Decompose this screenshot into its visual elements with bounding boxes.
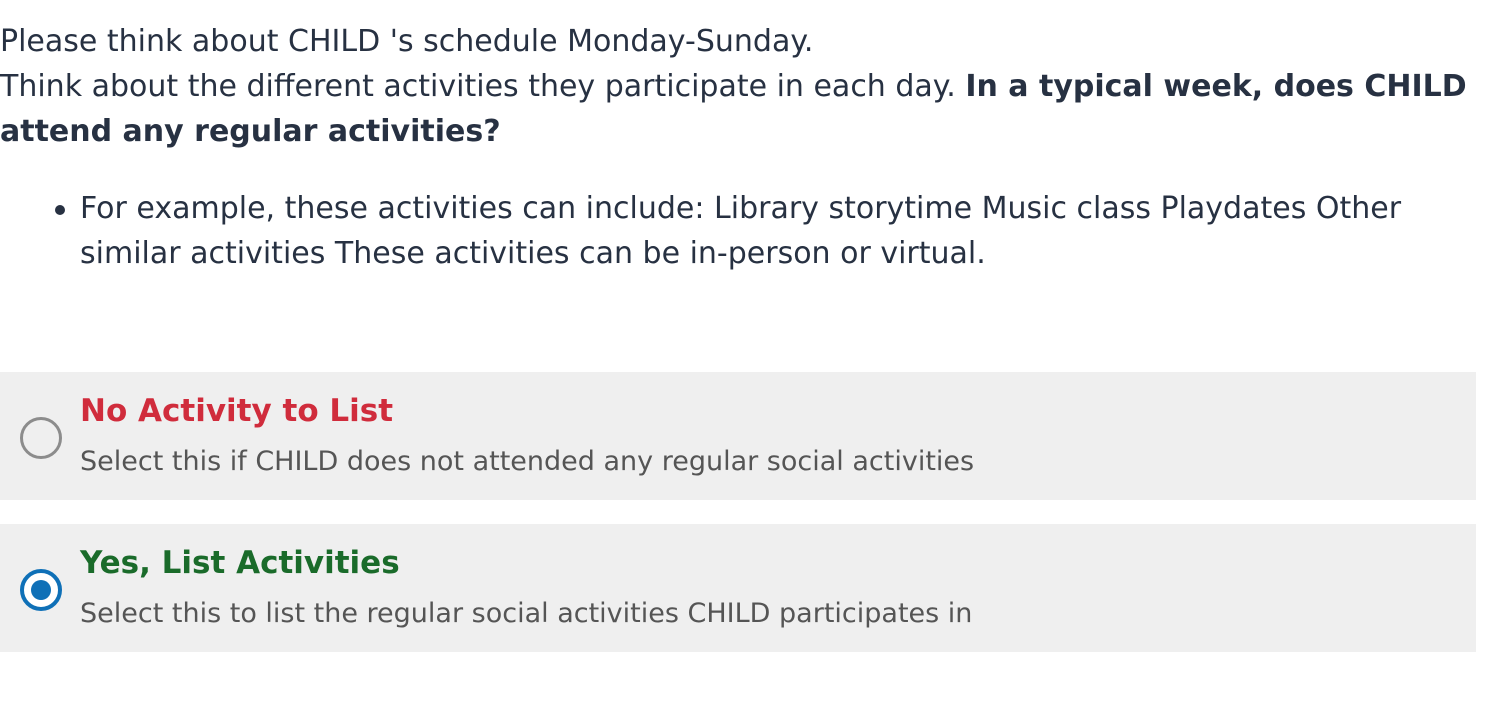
bullet-icon xyxy=(55,205,65,215)
radio-checked-icon[interactable] xyxy=(20,569,62,611)
question-prompt: Please think about CHILD 's schedule Mon… xyxy=(0,19,1480,154)
option-yes-title: Yes, List Activities xyxy=(80,545,400,581)
radio-dot-icon xyxy=(31,580,51,600)
option-yes-description: Select this to list the regular social a… xyxy=(80,598,973,629)
examples-text: For example, these activities can includ… xyxy=(80,191,1402,271)
question-line-1: Please think about CHILD 's schedule Mon… xyxy=(0,24,814,59)
option-no-activity[interactable]: No Activity to List Select this if CHILD… xyxy=(0,372,1476,500)
radio-unchecked-icon[interactable] xyxy=(20,417,62,459)
examples-list-item: For example, these activities can includ… xyxy=(55,186,1470,276)
question-line-2-text: Think about the different activities the… xyxy=(0,69,966,104)
question-line-2: Think about the different activities the… xyxy=(0,64,1480,154)
option-no-activity-title: No Activity to List xyxy=(80,393,394,429)
option-yes-list-activities[interactable]: Yes, List Activities Select this to list… xyxy=(0,524,1476,652)
option-no-activity-description: Select this if CHILD does not attended a… xyxy=(80,446,975,477)
